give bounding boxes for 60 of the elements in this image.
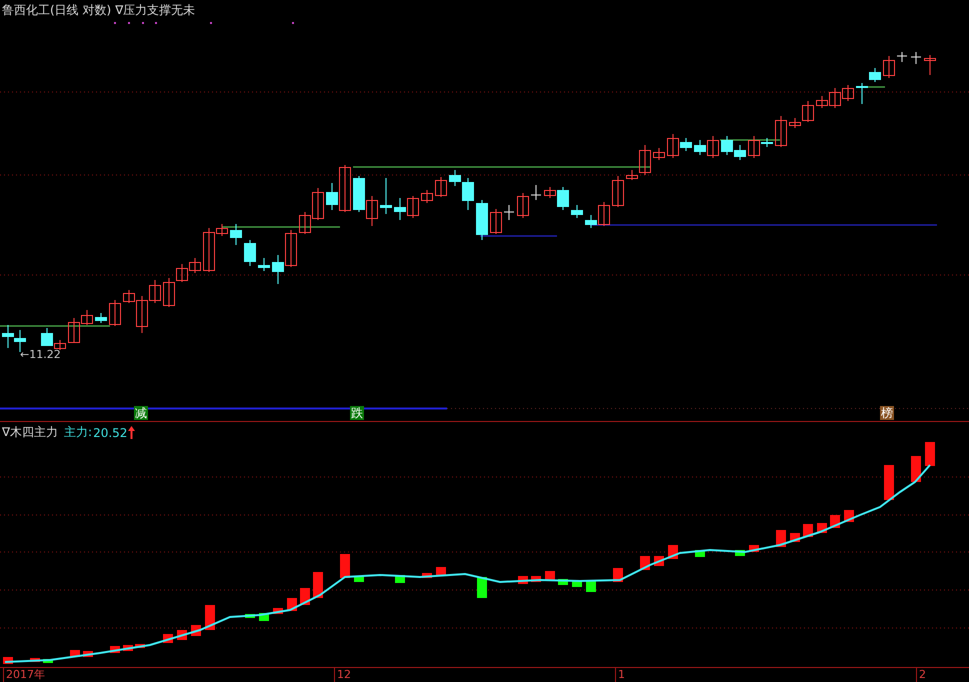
candlestick [490,208,502,234]
series-label: 主力: [64,424,92,441]
price-label: ←11.22 [20,348,61,361]
histogram-bar [135,644,145,648]
candlestick [230,224,242,246]
up-arrow-icon [128,426,136,439]
candlestick [775,116,787,148]
histogram-bar [43,659,53,663]
candlestick [896,52,908,62]
candlestick [189,258,201,274]
histogram-bar [586,581,596,592]
candlestick [842,84,854,102]
candlestick [910,52,922,64]
histogram-bar [925,442,935,466]
candlestick [258,258,270,272]
date-label: 12 [334,668,351,682]
stock-title: 鲁西化工(日线 对数) [2,2,112,19]
signal-badge: 跌 [350,406,364,420]
candlestick [407,196,419,218]
histogram-bar [545,571,555,580]
candlestick [285,230,297,268]
date-label: 2 [916,668,926,682]
signal-badge: 减 [134,406,148,420]
histogram-bar [340,554,350,578]
candlestick [504,204,514,220]
candlestick [244,240,256,266]
histogram-bar [884,465,894,500]
date-label: 1 [615,668,625,682]
candlestick [476,200,488,240]
candlestick [435,176,447,198]
candlestick [366,196,378,226]
histogram-bar [205,605,215,630]
histogram-bar [313,572,323,598]
candlestick [272,254,284,284]
candlestick [653,148,665,160]
histogram-bar [245,614,255,618]
candlestick [380,178,392,214]
histogram-bar [30,658,40,662]
indicator-title: ∇压力支撑无未 [115,2,196,19]
candlestick [883,56,895,78]
candlestick [394,198,406,220]
candlestick [530,184,542,200]
candlestick [571,204,583,218]
candlestick [109,300,121,326]
candlestick [353,176,365,212]
candlestick [517,192,529,218]
signal-badge: 榜 [880,406,894,420]
histogram-bar [911,456,921,482]
indicator-name: ∇木四主力 [2,424,58,441]
histogram-bar [422,573,432,578]
candlestick [421,190,433,204]
candlestick [2,324,14,348]
histogram-bar [477,577,487,598]
candlestick [721,136,733,156]
candlestick [734,144,746,160]
series-value: 20.52 [93,426,128,440]
candlestick [924,54,936,76]
candlestick [612,176,624,208]
date-label: 2017年 [3,668,45,682]
candlestick [95,312,107,324]
